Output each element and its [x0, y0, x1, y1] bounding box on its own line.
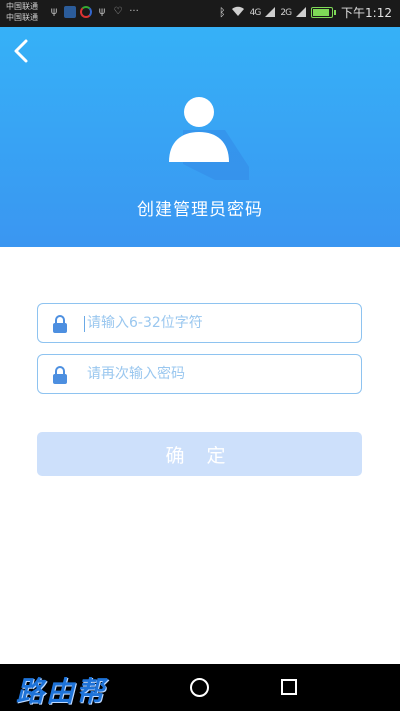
clock: 下午1:12	[341, 6, 392, 20]
back-arrow-icon[interactable]	[8, 37, 36, 65]
header: 创建管理员密码	[0, 27, 400, 247]
browser-icon	[80, 6, 92, 18]
user-avatar-icon	[169, 97, 249, 180]
signal-icon	[265, 6, 276, 20]
battery-icon	[311, 7, 334, 18]
signal-4g-label: 4G	[249, 7, 262, 18]
usb-debug-icon: ψ	[98, 6, 106, 17]
health-icon: ♡	[113, 6, 123, 17]
more-notifications-icon: ···	[129, 6, 139, 17]
status-right: ᛒ 4G 2G 下午1:12	[219, 4, 392, 21]
signal-2g-label: 2G	[280, 7, 292, 18]
carrier-1: 中国联通	[6, 2, 38, 11]
notification-icons: ψ ψ ♡ ···	[48, 6, 140, 18]
brand-watermark: 路由帮	[16, 675, 107, 708]
app-notification-icon	[64, 6, 76, 18]
lock-icon	[53, 315, 67, 333]
status-bar: 中国联通 中国联通 ψ ψ ♡ ··· ᛒ 4G 2G 下午1:12	[0, 0, 400, 27]
confirm-password-field[interactable]	[37, 354, 362, 394]
password-input[interactable]	[85, 304, 350, 342]
carrier-labels: 中国联通 中国联通	[6, 1, 38, 23]
wifi-icon	[231, 6, 245, 20]
navigation-bar: 路由帮	[0, 664, 400, 711]
recent-apps-button-icon[interactable]	[281, 679, 297, 695]
lock-icon	[53, 366, 67, 384]
confirm-password-input[interactable]	[85, 355, 350, 393]
home-button-icon[interactable]	[190, 678, 209, 697]
bluetooth-icon: ᛒ	[219, 6, 226, 19]
password-field[interactable]	[37, 303, 362, 343]
battery-cap	[334, 10, 337, 15]
page-title: 创建管理员密码	[137, 200, 263, 220]
confirm-button[interactable]: 确 定	[37, 432, 362, 476]
usb-icon: ψ	[50, 6, 58, 17]
signal-2-icon	[296, 6, 307, 20]
carrier-2: 中国联通	[6, 13, 38, 22]
